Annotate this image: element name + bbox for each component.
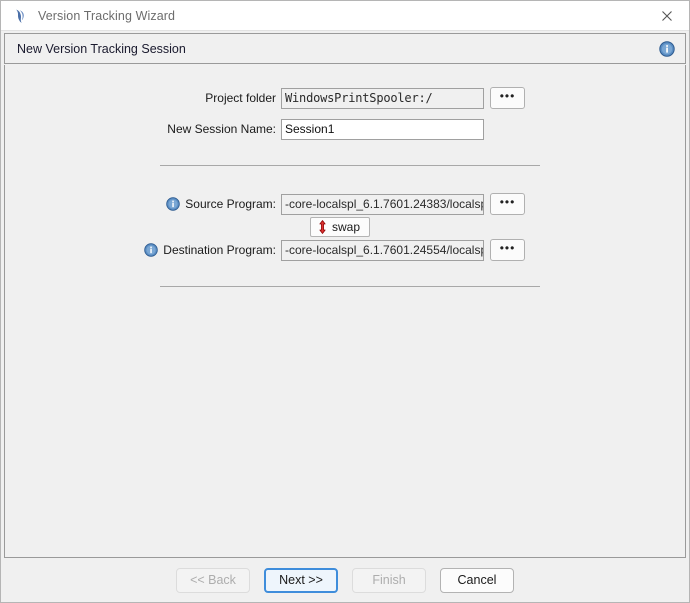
swap-row: swap bbox=[5, 217, 685, 237]
page-title: New Version Tracking Session bbox=[17, 41, 186, 56]
version-tracking-wizard-window: Version Tracking Wizard New Version Trac… bbox=[0, 0, 690, 603]
window-title: Version Tracking Wizard bbox=[38, 8, 176, 23]
session-name-label: New Session Name: bbox=[167, 122, 276, 136]
wizard-button-bar: << Back Next >> Finish Cancel bbox=[1, 558, 689, 602]
ghidra-dragon-icon bbox=[13, 8, 29, 24]
back-button[interactable]: << Back bbox=[176, 567, 250, 593]
session-name-row: New Session Name: Session1 bbox=[5, 118, 685, 140]
info-icon[interactable] bbox=[659, 40, 675, 57]
swap-button-label: swap bbox=[332, 220, 361, 234]
swap-button[interactable]: swap bbox=[310, 217, 371, 237]
finish-button[interactable]: Finish bbox=[352, 567, 426, 593]
wizard-content-panel: Project folder WindowsPrintSpooler:/ •••… bbox=[4, 65, 686, 558]
project-folder-browse-button[interactable]: ••• bbox=[490, 87, 525, 109]
next-button[interactable]: Next >> bbox=[264, 567, 338, 593]
destination-program-row: Destination Program: -core-localspl_6.1.… bbox=[5, 239, 685, 261]
project-folder-label-cell: Project folder bbox=[5, 91, 281, 105]
new-session-form: Project folder WindowsPrintSpooler:/ •••… bbox=[5, 65, 685, 287]
project-folder-field[interactable]: WindowsPrintSpooler:/ bbox=[281, 87, 484, 109]
destination-program-label-cell: Destination Program: bbox=[5, 243, 281, 257]
project-folder-row: Project folder WindowsPrintSpooler:/ ••• bbox=[5, 87, 685, 109]
destination-program-field[interactable]: -core-localspl_6.1.7601.24554/localspl.d… bbox=[281, 239, 484, 261]
source-program-label-cell: Source Program: bbox=[5, 197, 281, 211]
source-program-row: Source Program: -core-localspl_6.1.7601.… bbox=[5, 193, 685, 215]
source-program-label: Source Program: bbox=[185, 197, 276, 211]
source-program-field[interactable]: -core-localspl_6.1.7601.24383/localspl.d… bbox=[281, 193, 484, 215]
form-divider-bottom bbox=[160, 286, 540, 287]
swap-vertical-arrows-icon bbox=[317, 220, 328, 234]
session-name-input[interactable]: Session1 bbox=[281, 118, 484, 140]
close-icon[interactable] bbox=[644, 1, 689, 30]
session-name-label-cell: New Session Name: bbox=[5, 122, 281, 136]
cancel-button[interactable]: Cancel bbox=[440, 567, 514, 593]
title-bar: Version Tracking Wizard bbox=[1, 1, 689, 31]
source-program-browse-button[interactable]: ••• bbox=[490, 193, 525, 215]
source-program-info-icon[interactable] bbox=[166, 197, 181, 211]
destination-program-label: Destination Program: bbox=[163, 243, 276, 257]
form-divider-top bbox=[160, 165, 540, 166]
wizard-step-header: New Version Tracking Session bbox=[4, 33, 686, 64]
project-folder-label: Project folder bbox=[205, 91, 276, 105]
destination-program-info-icon[interactable] bbox=[144, 243, 159, 257]
destination-program-browse-button[interactable]: ••• bbox=[490, 239, 525, 261]
